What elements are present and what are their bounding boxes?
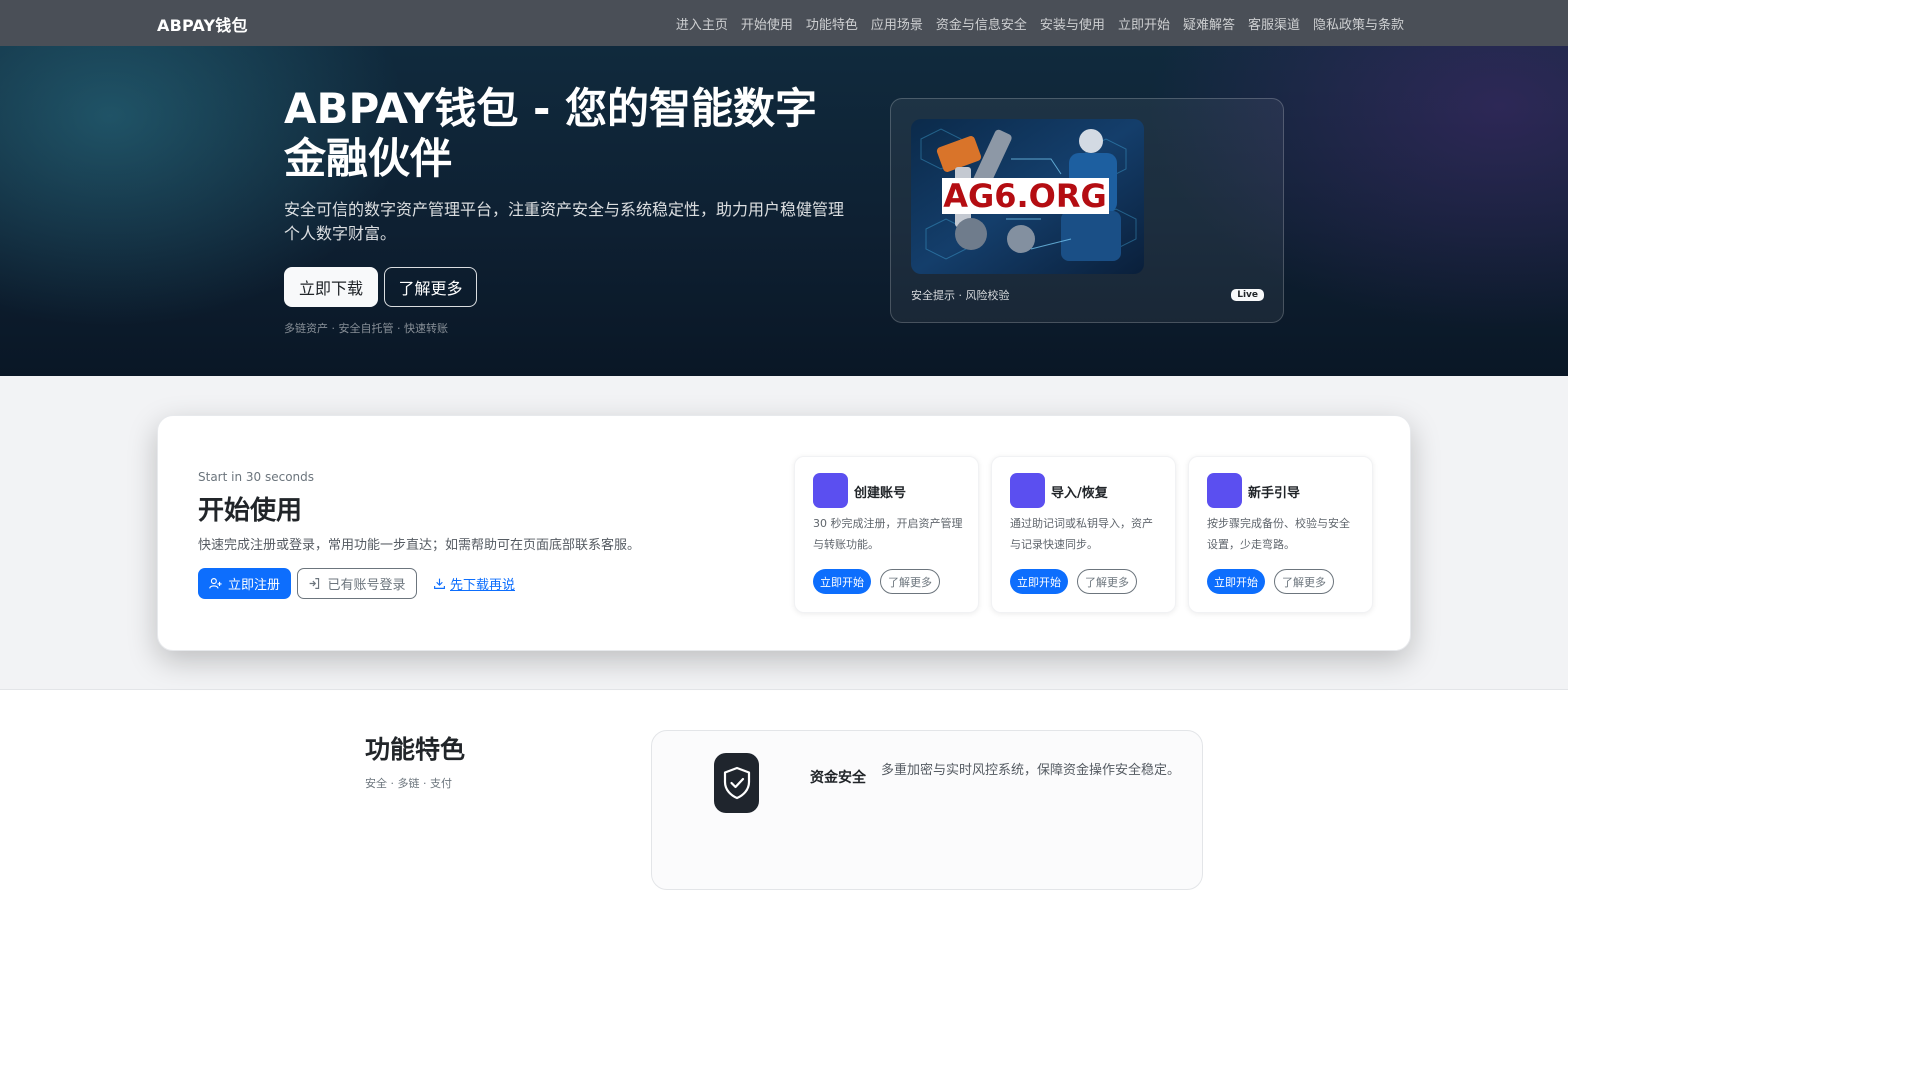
feature-description: 多重加密与实时风控系统，保障资金操作安全稳定。: [881, 763, 1181, 778]
live-badge: Live: [1231, 289, 1264, 301]
download-icon: [434, 578, 445, 589]
import-restore-icon: [1010, 473, 1045, 508]
nav-link-faq[interactable]: 疑难解答: [1183, 14, 1235, 33]
nav-link-support[interactable]: 客服渠道: [1248, 14, 1300, 33]
card-create-account: 创建账号 30 秒完成注册，开启资产管理与转账功能。 立即开始 了解更多: [794, 456, 979, 613]
card-start-button[interactable]: 立即开始: [1010, 569, 1068, 594]
beginner-guide-icon: [1207, 473, 1242, 508]
hero-lead: 安全可信的数字资产管理平台，注重资产安全与系统稳定性，助力用户稳健管理个人数字财…: [284, 200, 845, 243]
nav-link-privacy[interactable]: 隐私政策与条款: [1313, 14, 1404, 33]
download-later-label: 先下载再说: [450, 578, 516, 593]
start-section: Start in 30 seconds 开始使用 快速完成注册或登录，常用功能一…: [0, 376, 1568, 690]
shield-check-icon: [714, 753, 759, 813]
hero-banner-image: AG6.ORG: [911, 119, 1144, 274]
nav-link-home[interactable]: 进入主页: [676, 14, 728, 33]
nav-link-security[interactable]: 资金与信息安全: [936, 14, 1027, 33]
feature-card-fund-security: 资金安全 多重加密与实时风控系统，保障资金操作安全稳定。: [651, 730, 1203, 890]
card-more-button[interactable]: 了解更多: [1274, 569, 1334, 594]
features-title: 功能特色: [365, 735, 466, 764]
nav-link-scenarios[interactable]: 应用场景: [871, 14, 923, 33]
feature-name: 资金安全: [810, 770, 866, 786]
start-description: 快速完成注册或登录，常用功能一步直达；如需帮助可在页面底部联系客服。: [198, 538, 641, 553]
nav-link-install[interactable]: 安装与使用: [1040, 14, 1105, 33]
download-button[interactable]: 立即下载: [284, 267, 378, 307]
hero-section: ABPAY钱包 - 您的智能数字金融伙伴 安全可信的数字资产管理平台，注重资产安…: [0, 46, 1568, 376]
download-later-link[interactable]: 先下载再说: [433, 574, 515, 593]
card-description: 通过助记词或私钥导入，资产与记录快速同步。: [1010, 517, 1153, 551]
hero-title: ABPAY钱包 - 您的智能数字金融伙伴: [284, 84, 818, 183]
card-start-button[interactable]: 立即开始: [1207, 569, 1265, 594]
nav-link-get-started[interactable]: 立即开始: [1118, 14, 1170, 33]
nav-link-features[interactable]: 功能特色: [806, 14, 858, 33]
nav-links: 进入主页 开始使用 功能特色 应用场景 资金与信息安全 安装与使用 立即开始 疑…: [676, 14, 1404, 33]
start-eyebrow: Start in 30 seconds: [198, 470, 315, 484]
start-panel: Start in 30 seconds 开始使用 快速完成注册或登录，常用功能一…: [157, 415, 1411, 651]
card-description: 30 秒完成注册，开启资产管理与转账功能。: [813, 517, 963, 551]
card-title: 导入/恢复: [1051, 486, 1108, 501]
hero-tags: 多链资产 · 安全自托管 · 快速转账: [284, 322, 448, 335]
top-navbar: ABPAY钱包 进入主页 开始使用 功能特色 应用场景 资金与信息安全 安装与使…: [0, 0, 1568, 46]
card-title: 新手引导: [1248, 486, 1301, 501]
card-caption: 安全提示 · 风险校验: [911, 289, 1010, 302]
card-start-button[interactable]: 立即开始: [813, 569, 871, 594]
learn-more-button[interactable]: 了解更多: [384, 267, 477, 307]
create-account-icon: [813, 473, 848, 508]
card-more-button[interactable]: 了解更多: [880, 569, 940, 594]
login-label: 已有账号登录: [327, 578, 406, 593]
brand-logo[interactable]: ABPAY钱包: [157, 12, 248, 36]
card-beginner-guide: 新手引导 按步骤完成备份、校验与安全设置，少走弯路。 立即开始 了解更多: [1188, 456, 1373, 613]
hero-media-card: AG6.ORG 安全提示 · 风险校验 Live: [890, 98, 1284, 323]
banner-label-text: AG6.ORG: [943, 177, 1107, 215]
nav-link-start[interactable]: 开始使用: [741, 14, 793, 33]
register-button[interactable]: 立即注册: [198, 568, 291, 599]
start-title: 开始使用: [198, 496, 303, 526]
card-description: 按步骤完成备份、校验与安全设置，少走弯路。: [1207, 517, 1350, 551]
login-button[interactable]: 已有账号登录: [297, 568, 417, 599]
card-more-button[interactable]: 了解更多: [1077, 569, 1137, 594]
card-import-restore: 导入/恢复 通过助记词或私钥导入，资产与记录快速同步。 立即开始 了解更多: [991, 456, 1176, 613]
register-label: 立即注册: [227, 578, 280, 593]
card-title: 创建账号: [854, 486, 907, 501]
features-subtitle: 安全 · 多链 · 支付: [365, 777, 452, 790]
person-add-icon: [209, 578, 222, 589]
robot-tech-illustration: AG6.ORG: [911, 119, 1144, 274]
login-icon: [310, 578, 320, 589]
